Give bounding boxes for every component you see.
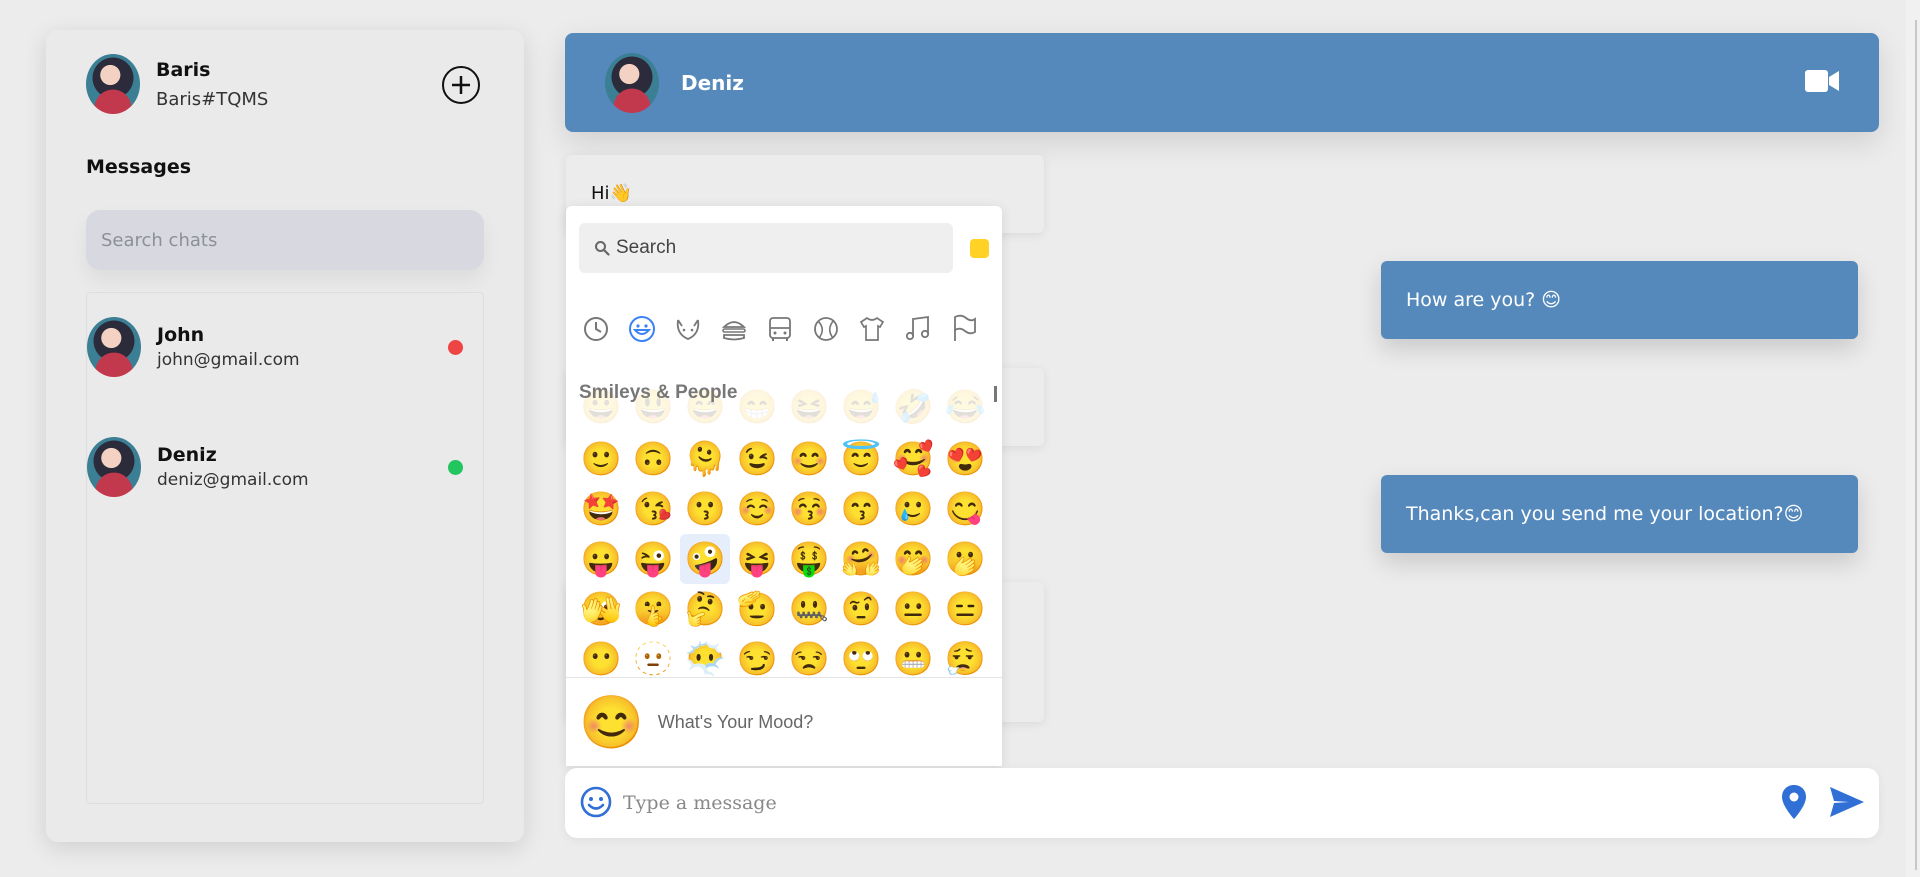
objects-category-icon[interactable] — [857, 314, 887, 344]
emoji-cell[interactable]: 🤫 — [628, 584, 678, 634]
chat-list: John john@gmail.com Deniz deniz@gmail.co… — [86, 292, 484, 804]
skin-tone-button[interactable] — [970, 239, 989, 258]
emoji-search-input[interactable]: Search — [579, 223, 953, 273]
emoji-cell[interactable]: 😛 — [576, 534, 626, 584]
smileys-category-icon[interactable] — [627, 314, 657, 344]
emoji-cell[interactable]: 😍 — [940, 434, 990, 484]
emoji-section-title: Smileys & People — [579, 382, 738, 403]
emoji-cell[interactable]: 🫣 — [576, 584, 626, 634]
emoji-cell[interactable]: 😇 — [836, 434, 886, 484]
mood-text: What's Your Mood? — [657, 711, 814, 732]
emoji-cell[interactable]: 🤨 — [836, 584, 886, 634]
avatar — [605, 52, 659, 113]
recent-icon[interactable] — [581, 314, 611, 344]
emoji-cell[interactable]: 😘 — [628, 484, 678, 534]
avatar — [87, 317, 141, 377]
status-offline-dot — [448, 339, 463, 355]
video-call-icon[interactable] — [1805, 69, 1839, 93]
emoji-cell[interactable]: 🙃 — [628, 434, 678, 484]
profile-name: Baris — [156, 58, 211, 81]
messages-title: Messages — [86, 156, 192, 178]
emoji-cell[interactable]: 🤭 — [888, 534, 938, 584]
emoji-cell[interactable]: 🤔 — [680, 584, 730, 634]
emoji-cell[interactable]: 😂 — [940, 382, 990, 432]
chat-email: deniz@gmail.com — [157, 470, 309, 490]
page-scrollbar[interactable] — [1906, 0, 1920, 877]
emoji-cell[interactable]: 🥲 — [888, 484, 938, 534]
avatar — [86, 54, 140, 114]
emoji-cell[interactable]: 🙂 — [576, 434, 626, 484]
emoji-cell[interactable]: ☺️ — [732, 484, 782, 534]
emoji-cell[interactable]: 😆 — [784, 382, 834, 432]
food-category-icon[interactable] — [719, 314, 749, 344]
chat-header: Deniz — [565, 33, 1879, 132]
mood-emoji: 😊 — [579, 693, 644, 752]
emoji-cell[interactable]: 😚 — [784, 484, 834, 534]
animals-category-icon[interactable] — [673, 314, 703, 344]
emoji-cell[interactable]: 😑 — [940, 584, 990, 634]
emoji-picker-toggle-icon[interactable] — [580, 786, 612, 818]
chat-item-john[interactable]: John john@gmail.com — [87, 307, 483, 387]
scrollbar-thumb[interactable] — [1915, 20, 1917, 870]
chat-item-deniz[interactable]: Deniz deniz@gmail.com — [87, 427, 483, 507]
emoji-cell[interactable]: 🫢 — [940, 534, 990, 584]
user-profile[interactable]: Baris Baris#TQMS — [86, 54, 268, 114]
search-chats-input[interactable] — [86, 210, 484, 270]
travel-category-icon[interactable] — [765, 314, 795, 344]
emoji-picker: Search Smileys & People 😀 😃 😄 😁 😆 😅 🤣 😂 … — [566, 206, 1002, 766]
message-outgoing: How are you? 😊 — [1381, 261, 1858, 339]
emoji-cell[interactable]: 😝 — [732, 534, 782, 584]
emoji-cell[interactable]: 🫡 — [732, 584, 782, 634]
emoji-cell[interactable]: 🤩 — [576, 484, 626, 534]
profile-tag: Baris#TQMS — [156, 88, 269, 110]
chat-name: Deniz — [157, 444, 217, 466]
chat-partner-name: Deniz — [681, 70, 744, 95]
emoji-cell[interactable]: 🫠 — [680, 434, 730, 484]
message-text: Hi👋 — [591, 183, 632, 204]
emoji-cell[interactable]: 🤣 — [888, 382, 938, 432]
emoji-cell[interactable]: 😊 — [784, 434, 834, 484]
emoji-cell[interactable]: 🤗 — [836, 534, 886, 584]
emoji-cell-selected[interactable]: 🤪 — [680, 534, 730, 584]
status-online-dot — [448, 459, 463, 475]
add-chat-button[interactable] — [442, 66, 480, 104]
emoji-cell[interactable]: 😁 — [732, 382, 782, 432]
emoji-cell[interactable]: 😉 — [732, 434, 782, 484]
emoji-cell[interactable]: 😜 — [628, 534, 678, 584]
avatar — [87, 437, 141, 497]
emoji-cell[interactable]: 🥰 — [888, 434, 938, 484]
search-icon — [595, 241, 610, 256]
emoji-cell[interactable]: 😗 — [680, 484, 730, 534]
symbols-category-icon[interactable] — [903, 314, 933, 344]
location-pin-icon[interactable] — [1781, 784, 1807, 820]
emoji-cell[interactable]: 😐 — [888, 584, 938, 634]
plus-icon — [452, 76, 470, 94]
emoji-search-placeholder: Search — [616, 237, 677, 258]
chat-name: John — [157, 324, 205, 346]
chat-email: john@gmail.com — [157, 350, 300, 370]
emoji-cell[interactable]: 😙 — [836, 484, 886, 534]
emoji-cell[interactable]: 😅 — [836, 382, 886, 432]
sidebar: Baris Baris#TQMS Messages John john@gmai… — [46, 30, 524, 842]
message-outgoing: Thanks,can you send me your location?😊 — [1381, 475, 1858, 553]
flags-category-icon[interactable] — [949, 314, 979, 344]
emoji-cell[interactable]: 🤐 — [784, 584, 834, 634]
message-input[interactable] — [623, 783, 1703, 823]
emoji-preview: 😊 What's Your Mood? — [566, 677, 1002, 766]
message-composer — [565, 768, 1879, 838]
emoji-cell[interactable]: 😋 — [940, 484, 990, 534]
activities-category-icon[interactable] — [811, 314, 841, 344]
send-icon[interactable] — [1829, 786, 1865, 818]
section-scroll-indicator — [994, 386, 997, 402]
emoji-cell[interactable]: 🤑 — [784, 534, 834, 584]
